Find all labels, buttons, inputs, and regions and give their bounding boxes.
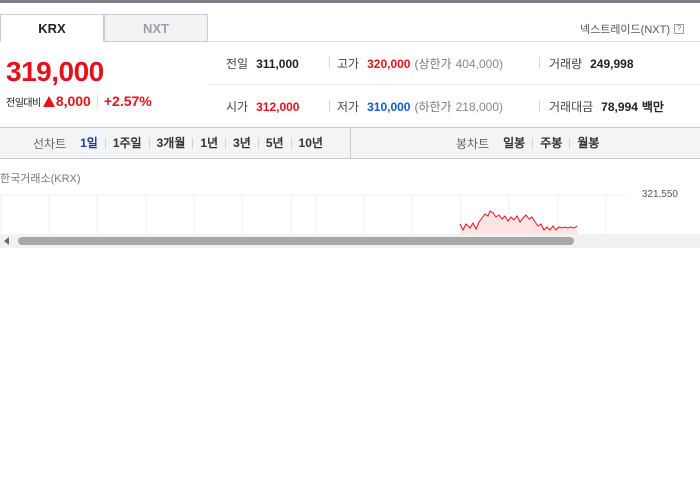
stat-sub-value: 404,000) [455,57,503,71]
period-1w[interactable]: 1주일 [104,137,149,149]
stat-low: 저가 310,000 (하한가 218,000) [337,98,503,115]
stat-label: 전일 [226,57,249,71]
change-value: 8,000 [55,93,91,109]
period-3m[interactable]: 3개월 [148,137,193,149]
chart-period-bar: 선차트 1일 1주일 3개월 1년 3년 5년 10년 봉차트 일봉 주봉 월봉 [0,127,700,159]
period-5y[interactable]: 5년 [257,137,291,149]
stat-prev-close: 전일 311,000 [226,55,299,72]
change-label: 전일대비 [6,97,41,109]
scroll-thumb[interactable] [18,237,574,245]
period-10y[interactable]: 10년 [290,137,330,149]
stat-divider [329,57,330,69]
stat-volume: 거래량 249,998 [549,55,634,72]
stat-value: 311,000 [256,57,299,71]
candle-chart-periods: 봉차트 일봉 주봉 월봉 [456,128,606,158]
price-chart [0,186,700,234]
scroll-left-icon[interactable] [4,237,9,245]
nxt-link-label: 넥스트레이드(NXT) [579,24,670,36]
stat-open: 시가 312,000 [226,98,299,115]
change-percent: +2.57% [103,93,152,109]
stat-unit: 백만 [641,100,664,114]
change-divider [96,95,98,107]
candle-weekly[interactable]: 주봉 [532,137,569,149]
stat-label: 거래대금 [549,100,594,114]
help-icon[interactable]: ? [674,24,684,34]
stats-row-divider [208,84,700,85]
nxt-info-link[interactable]: 넥스트레이드(NXT) ? [580,21,684,37]
stat-amount: 거래대금 78,994 백만 [549,98,664,115]
stat-divider [539,100,540,112]
period-1y[interactable]: 1년 [192,137,225,149]
stat-value: 78,994 [601,100,638,114]
candle-chart-title: 봉차트 [456,136,490,151]
stat-sub-label: (하한가 [414,100,452,114]
up-triangle-icon [42,95,55,107]
stat-value: 249,998 [590,57,634,71]
line-chart-title: 선차트 [33,136,67,151]
market-tabs: KRX NXT [0,14,208,42]
line-chart-periods: 선차트 1일 1주일 3개월 1년 3년 5년 10년 [33,128,330,158]
stat-label: 거래량 [549,57,583,71]
stat-value: 310,000 [367,100,411,114]
tab-krx[interactable]: KRX [0,14,104,42]
stat-value: 320,000 [367,57,411,71]
price-area-fill [460,211,578,234]
period-bar-divider [350,128,351,158]
stat-value: 312,000 [256,100,300,114]
stat-label: 시가 [226,100,249,114]
stat-high: 고가 320,000 (상한가 404,000) [337,55,503,72]
chart-scrollbar[interactable] [0,234,700,248]
top-border [0,0,700,3]
quote-stats: 전일 311,000 고가 320,000 (상한가 404,000) 거래량 … [208,42,700,128]
current-price: 319,000 [6,56,104,87]
tab-nxt[interactable]: NXT [104,14,208,42]
stat-label: 저가 [337,100,360,114]
candle-daily[interactable]: 일봉 [503,137,532,149]
candle-monthly[interactable]: 월봉 [569,137,606,149]
stat-divider [329,100,330,112]
price-chart-svg [0,194,628,234]
stat-label: 고가 [337,57,360,71]
exchange-label: 한국거래소(KRX) [0,173,81,185]
period-1d[interactable]: 1일 [80,137,105,149]
stat-sub-label: (상한가 [414,57,452,71]
stat-divider [539,57,540,69]
stat-sub-value: 218,000) [455,100,503,114]
price-change: 전일대비 8,000 +2.57% [6,93,152,109]
period-3y[interactable]: 3년 [225,137,258,149]
